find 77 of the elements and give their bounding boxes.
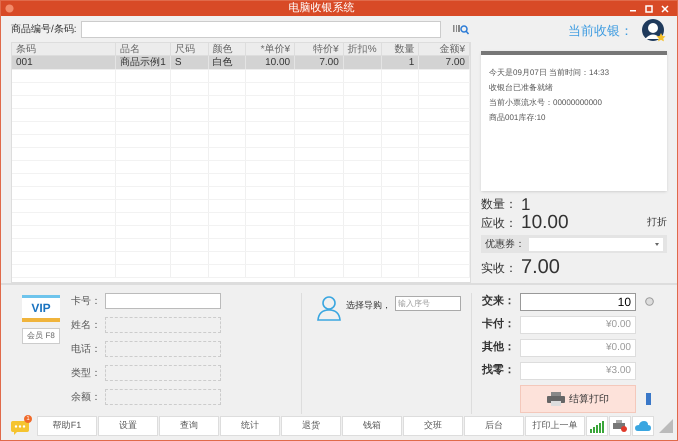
payment-label: 其他： bbox=[482, 340, 516, 356]
signal-icon bbox=[590, 421, 604, 433]
printer-status[interactable] bbox=[609, 416, 631, 436]
signal-status[interactable] bbox=[586, 416, 608, 436]
payment-label: 卡付： bbox=[482, 316, 516, 332]
table-cell: 7.00 bbox=[446, 57, 465, 68]
chat-icon[interactable] bbox=[11, 421, 29, 435]
quantity-label: 数量： bbox=[481, 196, 517, 213]
field-label: 卡号： bbox=[71, 294, 101, 308]
user-avatar-icon bbox=[641, 18, 667, 44]
receipt-line: 商品001库存:10 bbox=[489, 112, 546, 124]
table-cell: 10.00 bbox=[265, 57, 290, 68]
toolbar-button[interactable]: 后台 bbox=[464, 416, 524, 436]
field-label: 姓名： bbox=[71, 318, 101, 332]
receivable-label: 应收： bbox=[481, 215, 517, 232]
radio-icon[interactable] bbox=[645, 297, 654, 306]
search-field[interactable] bbox=[80, 20, 441, 38]
field-label: 余额： bbox=[71, 390, 101, 404]
receipt-line: 收银台已准备就绪 bbox=[489, 82, 554, 94]
toolbar-button[interactable]: 退货 bbox=[281, 416, 341, 436]
resize-grip-icon[interactable] bbox=[659, 419, 673, 433]
paid-value: 7.00 bbox=[521, 257, 560, 277]
toolbar-button[interactable]: 帮助F1 bbox=[37, 416, 97, 436]
toolbar-button[interactable]: 钱箱 bbox=[342, 416, 402, 436]
maximize-icon[interactable] bbox=[645, 4, 653, 12]
toolbar-button[interactable]: 统计 bbox=[220, 416, 280, 436]
app-icon bbox=[5, 4, 14, 13]
cloud-status[interactable] bbox=[632, 416, 654, 436]
column-header[interactable]: 颜色 bbox=[208, 43, 246, 55]
column-header[interactable]: 数量 bbox=[382, 43, 420, 55]
window-title: 电脑收银系统 bbox=[288, 3, 356, 14]
column-header[interactable]: *单价¥ bbox=[246, 43, 296, 55]
card-number-field[interactable] bbox=[105, 293, 221, 309]
close-icon[interactable] bbox=[661, 4, 669, 12]
member-button[interactable]: 会员 F8 bbox=[22, 328, 60, 344]
vip-badge: VIP bbox=[22, 295, 60, 322]
printer-icon bbox=[547, 392, 565, 406]
toolbar-button[interactable]: 打印上一单 bbox=[525, 416, 585, 436]
payment-label: 交来： bbox=[482, 294, 516, 310]
guide-label: 选择导购， bbox=[346, 299, 391, 312]
table-cell: 001 bbox=[16, 57, 33, 68]
receipt-line: 当前小票流水号：00000000000 bbox=[489, 97, 603, 109]
column-header[interactable]: 折扣% bbox=[344, 43, 382, 55]
table-cell: 1 bbox=[408, 57, 414, 68]
field-label: 类型： bbox=[71, 366, 101, 380]
column-header[interactable]: 条码 bbox=[12, 43, 116, 55]
column-header[interactable]: 尺码 bbox=[170, 43, 209, 55]
checkout-print-button[interactable]: 结算打印 bbox=[520, 385, 636, 413]
table-cell: S bbox=[174, 57, 182, 68]
barcode-search-icon[interactable] bbox=[452, 23, 469, 35]
cashier-label: 当前收银： bbox=[568, 22, 633, 40]
payment-label: 找零： bbox=[482, 362, 516, 378]
table-cell: 商品示例1 bbox=[120, 57, 166, 68]
receipt-line: 今天是09月07日 当前时间：14:33 bbox=[489, 67, 610, 79]
cloud-icon bbox=[635, 421, 651, 431]
toolbar-button[interactable]: 查询 bbox=[159, 416, 219, 436]
discount-button[interactable]: 打折 bbox=[647, 215, 667, 230]
toolbar-button[interactable]: 设置 bbox=[98, 416, 158, 436]
toolbar-button[interactable]: 交班 bbox=[403, 416, 463, 436]
receivable-value: 10.00 bbox=[521, 213, 570, 232]
table-cell: 白色 bbox=[212, 57, 233, 68]
search-label: 商品编号/条码: bbox=[11, 22, 77, 36]
paid-label: 实收： bbox=[481, 260, 517, 277]
quantity-value: 1 bbox=[521, 196, 530, 213]
indicator-icon bbox=[646, 393, 651, 405]
column-header[interactable]: 特价¥ bbox=[295, 43, 344, 55]
dropdown-caret-icon bbox=[655, 242, 659, 246]
column-header[interactable]: 品名 bbox=[116, 43, 171, 55]
printer-error-icon bbox=[613, 420, 627, 432]
column-header[interactable]: 金额¥ bbox=[419, 43, 470, 55]
coupon-label: 优惠券： bbox=[485, 238, 525, 252]
table-cell: 7.00 bbox=[319, 57, 339, 68]
table-row[interactable]: 001 商品示例1 S 白色 10.00 7.00 1 7.00 bbox=[12, 56, 470, 70]
person-icon bbox=[316, 295, 342, 321]
guide-number-field[interactable]: 输入序号 bbox=[395, 296, 461, 311]
payment-field[interactable]: 10 bbox=[520, 292, 636, 310]
field-label: 电话： bbox=[71, 342, 101, 356]
